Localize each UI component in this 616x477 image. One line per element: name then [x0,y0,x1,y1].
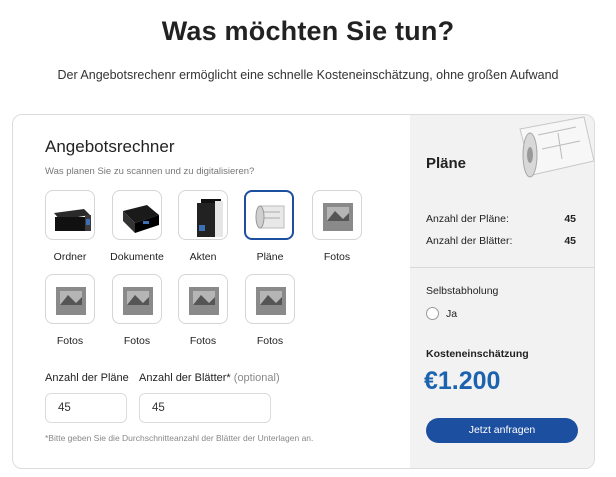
option-label-fotos-5: Fotos [256,335,284,347]
option-tile-akten[interactable] [178,190,228,240]
photo-icon [256,287,286,315]
option-label-akten: Akten [189,251,217,263]
option-tile-plaene[interactable] [244,190,294,240]
option-tile-fotos-4[interactable] [178,274,228,324]
calculator-panel: Angebotsrechner Was planen Sie zu scanne… [13,115,410,468]
sheets-hint: *Bitte geben Sie die Durchschnitteanzahl… [45,433,314,443]
calculator-question: Was planen Sie zu scannen und zu digital… [45,166,255,177]
option-label-fotos-3: Fotos [123,335,151,347]
summary-plans-row: Anzahl der Pläne: 45 [426,213,576,225]
option-label-dokumente: Dokumente [110,251,164,263]
binder-icon [54,209,91,231]
calculator-title: Angebotsrechner [45,137,175,156]
pickup-label: Selbstabholung [426,285,499,297]
sheets-count-label-text: Anzahl der Blätter* [139,372,231,384]
summary-plans-value: 45 [564,213,576,225]
optional-tag: (optional) [233,372,280,384]
option-label-fotos-2: Fotos [56,335,84,347]
sheets-count-input[interactable]: 45 [139,393,271,423]
option-tile-dokumente[interactable] [112,190,162,240]
option-tile-fotos-2[interactable] [45,274,95,324]
plans-count-label: Anzahl der Pläne [45,372,129,384]
summary-sheets-label: Anzahl der Blätter: [426,235,513,247]
option-tile-fotos-1[interactable] [312,190,362,240]
option-tile-fotos-3[interactable] [112,274,162,324]
option-label-fotos-4: Fotos [189,335,217,347]
summary-sheets-value: 45 [564,235,576,247]
option-label-plaene: Pläne [256,251,284,263]
summary-title: Pläne [426,155,467,172]
page-headline: Was möchten Sie tun? [161,16,455,46]
photo-icon [123,287,153,315]
sheets-count-label: Anzahl der Blätter* (optional) [139,372,280,384]
plan-roll-icon [255,205,285,229]
photo-icon [56,287,86,315]
pickup-option-label[interactable]: Ja [446,308,457,320]
plans-count-input[interactable]: 45 [45,393,127,423]
option-label-fotos-1: Fotos [323,251,351,263]
summary-sheets-row: Anzahl der Blätter: 45 [426,235,576,247]
plan-roll-image [519,116,594,178]
option-label-ordner: Ordner [53,251,87,263]
request-button[interactable]: Jetzt anfragen [426,418,578,443]
option-tile-ordner[interactable] [45,190,95,240]
document-stack-icon [123,205,159,233]
folder-icon [197,199,223,237]
pickup-radio[interactable] [426,307,439,320]
summary-plans-label: Anzahl der Pläne: [426,213,509,225]
photo-icon [189,287,219,315]
option-tile-fotos-5[interactable] [245,274,295,324]
page-subline: Der Angebotsrechenr ermöglicht eine schn… [57,68,559,82]
estimate-price: €1.200 [424,367,501,395]
summary-divider [410,267,594,268]
photo-icon [323,203,353,231]
summary-panel: Pläne Anzahl der Pläne: 45 Anzahl der Bl… [410,115,594,468]
estimate-label: Kosteneinschätzung [426,348,529,360]
calculator-card: Angebotsrechner Was planen Sie zu scanne… [12,114,595,469]
